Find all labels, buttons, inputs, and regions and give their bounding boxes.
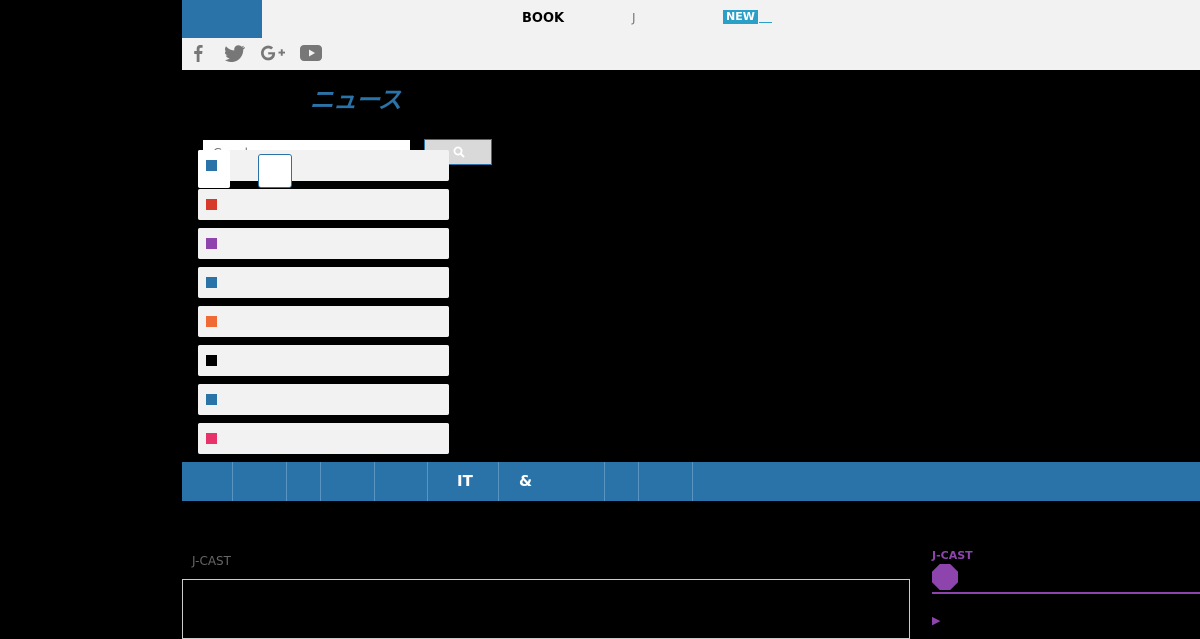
category-color-swatch bbox=[206, 394, 217, 405]
main-nav-bar: IT & bbox=[182, 462, 1200, 501]
nav-separator bbox=[427, 462, 428, 501]
search-icon bbox=[453, 146, 465, 158]
nav-separator bbox=[498, 462, 499, 501]
nav-separator bbox=[604, 462, 605, 501]
twitter-icon[interactable] bbox=[225, 44, 245, 62]
category-color-swatch bbox=[206, 199, 217, 210]
category-item[interactable] bbox=[198, 423, 449, 454]
category-item[interactable] bbox=[198, 384, 449, 415]
nav-separator bbox=[374, 462, 375, 501]
nav-separator bbox=[286, 462, 287, 501]
new-badge[interactable]: NEW bbox=[723, 10, 758, 24]
google-plus-icon[interactable] bbox=[260, 44, 286, 62]
youtube-icon[interactable] bbox=[300, 44, 322, 62]
site-title[interactable]: ニュース bbox=[310, 80, 402, 115]
category-item[interactable] bbox=[198, 345, 449, 376]
category-item[interactable] bbox=[198, 306, 449, 337]
facebook-icon[interactable] bbox=[193, 44, 203, 62]
nav-separator bbox=[638, 462, 639, 501]
category-color-swatch bbox=[206, 433, 217, 444]
sidebar-badge-icon bbox=[932, 564, 958, 590]
category-item[interactable] bbox=[198, 228, 449, 259]
sidebar-divider bbox=[932, 592, 1200, 594]
nav-separator bbox=[320, 462, 321, 501]
focused-checkbox[interactable] bbox=[258, 154, 292, 188]
category-tab-highlight bbox=[198, 150, 230, 188]
nav-separator bbox=[692, 462, 693, 501]
content-frame bbox=[182, 579, 910, 639]
category-color-swatch bbox=[206, 160, 217, 171]
new-link-underline[interactable] bbox=[759, 22, 772, 23]
category-item[interactable] bbox=[198, 150, 449, 181]
nav-separator bbox=[232, 462, 233, 501]
nav-item-it[interactable]: IT bbox=[457, 472, 473, 490]
nav-j-link[interactable]: J bbox=[632, 11, 636, 25]
category-item[interactable] bbox=[198, 189, 449, 220]
site-logo[interactable] bbox=[182, 0, 262, 38]
sidebar-heading: J-CAST bbox=[932, 549, 973, 562]
category-item[interactable] bbox=[198, 267, 449, 298]
category-color-swatch bbox=[206, 316, 217, 327]
play-arrow-icon[interactable]: ▶ bbox=[932, 614, 940, 627]
category-color-swatch bbox=[206, 277, 217, 288]
nav-item-amp[interactable]: & bbox=[519, 472, 532, 490]
category-color-swatch bbox=[206, 355, 217, 366]
category-color-swatch bbox=[206, 238, 217, 249]
top-header: BOOK J NEW bbox=[182, 0, 1200, 70]
section-label: J-CAST bbox=[192, 554, 231, 568]
nav-book-link[interactable]: BOOK bbox=[522, 11, 564, 26]
